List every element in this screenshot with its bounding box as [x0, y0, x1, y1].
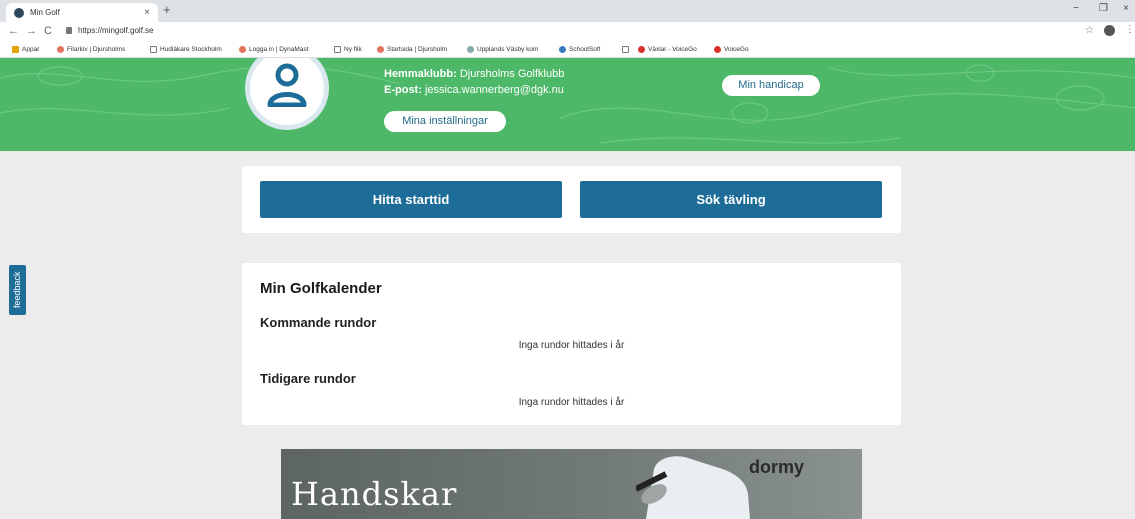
tab-title: Min Golf — [30, 8, 60, 17]
site-icon — [239, 46, 246, 53]
upcoming-rounds-title: Kommande rundor — [260, 315, 377, 330]
menu-icon[interactable]: ⋮ — [1125, 24, 1135, 35]
bookmark-star-icon[interactable]: ☆ — [1085, 25, 1094, 36]
page-icon — [334, 46, 341, 53]
previous-rounds-title: Tidigare rundor — [260, 371, 356, 386]
calendar-title: Min Golfkalender — [260, 280, 382, 297]
url-field[interactable]: https://mingolf.golf.se — [66, 26, 154, 35]
address-bar: ← → C https://mingolf.golf.se ☆ ⋮ — [0, 22, 1135, 43]
site-icon — [377, 46, 384, 53]
bookmark-item[interactable]: Logga in | DynaMast — [239, 46, 309, 53]
upcoming-empty-text: Inga rundor hittades i år — [518, 340, 625, 351]
bookmark-item[interactable]: Hudläkare Stockholm — [150, 46, 222, 53]
ad-headline: Handskar — [291, 475, 458, 513]
previous-empty-text: Inga rundor hittades i år — [518, 397, 625, 408]
actions-card: Hitta starttid Sök tävling — [242, 166, 901, 233]
ad-brand-logo: dormy — [749, 457, 805, 477]
bookmark-item[interactable]: Startsida | Djursholm — [377, 46, 447, 53]
my-settings-button[interactable]: Mina inställningar — [384, 111, 506, 132]
schoolsoft-icon — [559, 46, 566, 53]
url-text: https://mingolf.golf.se — [78, 26, 154, 35]
window-close-icon[interactable]: × — [1123, 3, 1129, 14]
tab-close-icon[interactable]: × — [144, 7, 150, 18]
bookmark-item[interactable]: Filarkiv | Djursholms — [57, 46, 125, 53]
feedback-tab[interactable]: feedback — [9, 265, 26, 315]
search-competition-button[interactable]: Sök tävling — [580, 181, 882, 218]
bookmark-item[interactable]: Ny flik — [334, 46, 362, 53]
restore-icon[interactable]: ❐ — [1099, 3, 1108, 14]
golf-favicon-icon — [14, 7, 24, 18]
browser-tab[interactable]: Min Golf × — [6, 3, 158, 22]
bookmark-item[interactable] — [622, 46, 632, 53]
bookmark-item[interactable]: SchoolSoft — [559, 46, 600, 53]
account-icon[interactable] — [1104, 25, 1115, 36]
bookmarks-bar: Appar Filarkiv | Djursholms Hudläkare St… — [0, 43, 1135, 58]
voicego-icon — [714, 46, 721, 53]
advertisement-banner[interactable]: Handskar dormy — [281, 449, 862, 519]
bookmark-item[interactable]: Upplands Väsby kom — [467, 46, 538, 53]
home-club: Hemmaklubb: Djursholms Golfklubb — [384, 68, 565, 80]
bookmark-item[interactable]: Appar — [12, 46, 39, 53]
site-icon — [57, 46, 64, 53]
bookmark-item[interactable]: Växlar - VoiceGo — [638, 46, 697, 53]
find-tee-time-button[interactable]: Hitta starttid — [260, 181, 562, 218]
voicego-icon — [638, 46, 645, 53]
browser-tab-bar: Min Golf × + − ❐ × — [0, 0, 1135, 22]
wave-pattern — [0, 64, 1135, 144]
page-icon — [622, 46, 629, 53]
lock-icon — [66, 27, 72, 34]
forward-icon[interactable]: → — [26, 25, 37, 37]
user-icon — [267, 63, 307, 107]
golf-glove-image — [636, 456, 750, 519]
profile-header: Hemmaklubb: Djursholms Golfklubb E-post:… — [0, 58, 1135, 151]
apps-grid-icon — [12, 46, 19, 53]
page-icon — [150, 46, 157, 53]
new-tab-button[interactable]: + — [163, 2, 171, 17]
email: E-post: jessica.wannerberg@dgk.nu — [384, 84, 564, 96]
minimize-icon[interactable]: − — [1073, 3, 1079, 14]
site-icon — [467, 46, 474, 53]
back-icon[interactable]: ← — [8, 25, 19, 37]
my-handicap-button[interactable]: Min handicap — [722, 75, 820, 96]
bookmark-item[interactable]: VoiceGo — [714, 46, 749, 53]
golf-calendar-card: Min Golfkalender Kommande rundor Inga ru… — [242, 263, 901, 425]
reload-icon[interactable]: C — [44, 25, 52, 37]
